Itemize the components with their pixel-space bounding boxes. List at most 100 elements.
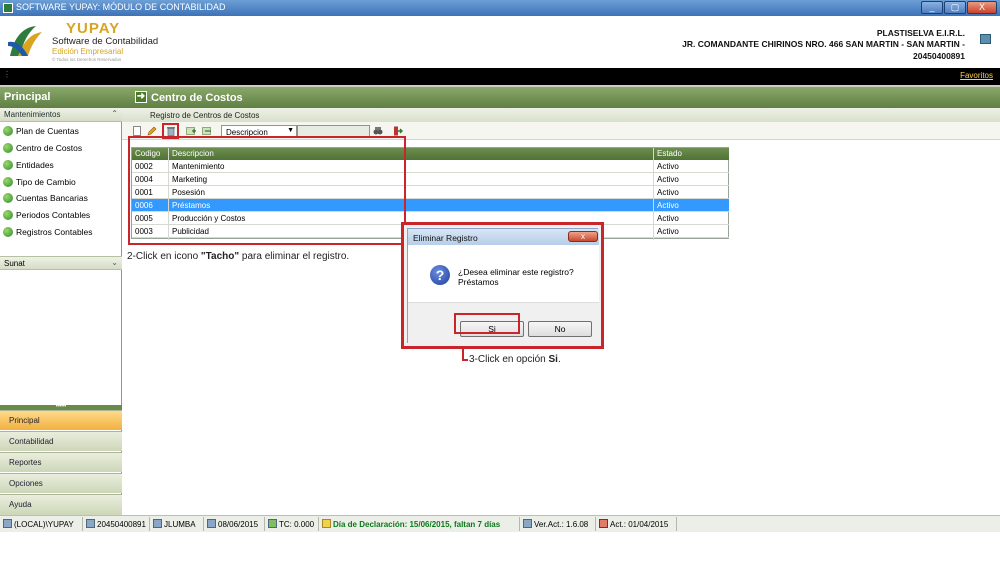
- cell-codigo: 0003: [135, 227, 153, 236]
- status-version-text: Ver.Act.: 1.6.08: [534, 520, 589, 529]
- edit-pencil-icon[interactable]: [147, 126, 157, 136]
- cell-descripcion: Marketing: [172, 175, 208, 184]
- sidebar-item-entidades[interactable]: Entidades: [3, 160, 54, 170]
- chevron-up-icon[interactable]: ⌃: [111, 109, 118, 118]
- filter-field-select[interactable]: Descripcion ▼: [221, 125, 297, 138]
- sidebar: Principal Mantenimientos ⌃ Plan de Cuent…: [0, 87, 122, 515]
- nav-reportes[interactable]: Reportes: [0, 452, 122, 472]
- status-divider: [264, 517, 265, 531]
- sidebar-section-sunat[interactable]: Sunat ⌄: [0, 256, 122, 270]
- sidebar-item-periodos-contables[interactable]: Periodos Contables: [3, 210, 90, 220]
- app-header: YUPAY Software de Contabilidad Edición E…: [0, 16, 1000, 68]
- nav-label: Ayuda: [9, 500, 32, 509]
- cell-codigo: 0006: [135, 201, 153, 210]
- status-update: Act.: 01/04/2015: [599, 519, 668, 529]
- close-window-button[interactable]: X: [967, 1, 997, 14]
- new-document-icon[interactable]: [132, 126, 142, 136]
- yupay-logo-icon: [6, 22, 44, 60]
- user-icon: [153, 519, 162, 528]
- table-row[interactable]: 0001 Posesión Activo: [132, 186, 729, 199]
- add-record-icon[interactable]: [186, 126, 196, 136]
- status-declaration-text: Día de Declaración: 15/06/2015, faltan 7…: [333, 520, 501, 529]
- window-titlebar: SOFTWARE YUPAY: MÓDULO DE CONTABILIDAD _…: [0, 0, 1000, 16]
- filter-field-value: Descripcion: [226, 128, 268, 137]
- nav-ayuda[interactable]: Ayuda: [0, 494, 122, 515]
- go-arrow-icon: [3, 126, 13, 136]
- table-row-selected[interactable]: 0006 Préstamos Activo: [132, 199, 729, 212]
- app-root: SOFTWARE YUPAY: MÓDULO DE CONTABILIDAD _…: [0, 0, 1000, 562]
- dialog-record-name: Préstamos: [458, 277, 499, 287]
- sidebar-item-registros-contables[interactable]: Registros Contables: [3, 227, 93, 237]
- sidebar-title: Principal: [0, 87, 122, 108]
- cell-descripcion: Posesión: [172, 188, 205, 197]
- annotation-connector: [462, 359, 468, 361]
- status-ruc: 20450400891: [86, 519, 146, 529]
- brand-edition: Edición Empresarial: [52, 47, 124, 56]
- dialog-body: ? ¿Desea eliminar este registro? Préstam…: [408, 245, 599, 302]
- cell-descripcion: Producción y Costos: [172, 214, 246, 223]
- table-row[interactable]: 0002 Mantenimiento Activo: [132, 160, 729, 173]
- status-ruc-text: 20450400891: [97, 520, 146, 529]
- nav-principal[interactable]: Principal: [0, 410, 122, 430]
- brand-subtitle: Software de Contabilidad: [52, 36, 159, 47]
- brand-name: YUPAY: [66, 20, 121, 37]
- go-arrow-icon: [3, 143, 13, 153]
- status-user: JLUMBA: [153, 519, 196, 529]
- cell-descripcion: Publicidad: [172, 227, 209, 236]
- annotation-text: 2-Click en icono: [127, 251, 201, 262]
- sidebar-item-tipo-de-cambio[interactable]: Tipo de Cambio: [3, 177, 76, 187]
- no-button[interactable]: No: [528, 321, 592, 337]
- sidebar-item-centro-de-costos[interactable]: Centro de Costos: [3, 143, 82, 153]
- search-binoculars-icon[interactable]: [373, 126, 383, 136]
- table-row[interactable]: 0004 Marketing Activo: [132, 173, 729, 186]
- sidebar-item-plan-de-cuentas[interactable]: Plan de Cuentas: [3, 126, 79, 136]
- status-version: Ver.Act.: 1.6.08: [523, 519, 588, 529]
- money-icon: [268, 519, 277, 528]
- company-data-icon[interactable]: [980, 34, 991, 44]
- nav-label: Contabilidad: [9, 437, 54, 446]
- company-name: PLASTISELVA E.I.R.L.: [876, 28, 965, 38]
- status-divider: [82, 517, 83, 531]
- annotation-text: .: [557, 354, 561, 365]
- page-subtitle: Registro de Centros de Costos: [150, 111, 260, 120]
- lightbulb-icon: [322, 519, 331, 528]
- search-input[interactable]: [297, 125, 370, 138]
- nav-opciones[interactable]: Opciones: [0, 473, 122, 493]
- content-subtitle-bar: Registro de Centros de Costos: [122, 108, 1000, 122]
- dialog-close-button[interactable]: x: [568, 231, 598, 242]
- nav-label: Reportes: [9, 458, 42, 467]
- column-header-estado[interactable]: Estado: [657, 149, 682, 158]
- maximize-button[interactable]: ▢: [944, 1, 966, 14]
- app-icon: [3, 3, 13, 13]
- dialog-message: ¿Desea eliminar este registro?: [458, 267, 574, 277]
- favorites-link[interactable]: Favoritos: [960, 71, 993, 80]
- sidebar-item-label: Periodos Contables: [16, 210, 91, 220]
- cell-estado: Activo: [657, 201, 679, 210]
- sidebar-section-mantenimientos[interactable]: Mantenimientos ⌃: [0, 108, 122, 122]
- exit-door-icon[interactable]: [393, 126, 403, 136]
- minimize-button[interactable]: _: [921, 1, 943, 14]
- content-title-bar: ➜ Centro de Costos: [122, 87, 1000, 108]
- dialog-titlebar: Eliminar Registro x: [408, 229, 599, 245]
- status-date-text: 08/06/2015: [218, 520, 259, 529]
- cell-descripcion: Mantenimiento: [172, 162, 225, 171]
- column-header-codigo[interactable]: Codigo: [135, 149, 160, 158]
- cell-descripcion: Préstamos: [172, 201, 211, 210]
- dropdown-arrow-icon[interactable]: ▼: [287, 127, 294, 134]
- chevron-down-icon[interactable]: ⌄: [111, 258, 118, 267]
- annotation-bold: "Tacho": [200, 251, 240, 262]
- sidebar-item-label: Tipo de Cambio: [16, 177, 76, 187]
- annotation-step-3: 3-Click en opción Si.: [469, 354, 561, 365]
- export-record-icon[interactable]: [202, 126, 212, 136]
- company-address: JR. COMANDANTE CHIRINOS NRO. 466 SAN MAR…: [682, 39, 965, 49]
- cell-estado: Activo: [657, 227, 679, 236]
- sidebar-item-cuentas-bancarias[interactable]: Cuentas Bancarias: [3, 193, 88, 203]
- cell-codigo: 0005: [135, 214, 153, 223]
- nav-contabilidad[interactable]: Contabilidad: [0, 431, 122, 451]
- go-arrow-icon: [3, 210, 13, 220]
- cell-estado: Activo: [657, 214, 679, 223]
- annotation-step-2: 2-Click en icono "Tacho" para eliminar e…: [127, 251, 349, 262]
- status-update-text: Act.: 01/04/2015: [610, 520, 669, 529]
- column-header-descripcion[interactable]: Descripcion: [172, 149, 214, 158]
- status-tc-text: TC: 0.000: [279, 520, 315, 529]
